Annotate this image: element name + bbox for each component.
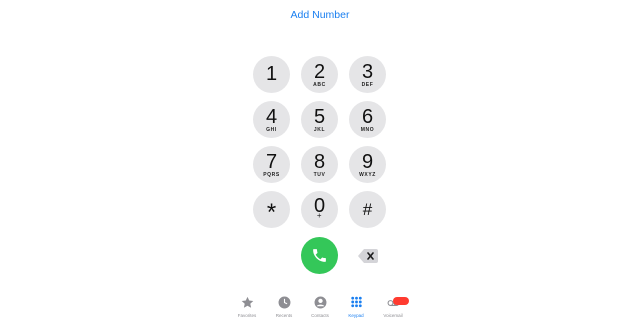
key-6[interactable]: 6 MNO <box>349 101 386 138</box>
key-digit: 1 <box>265 63 278 85</box>
key-5[interactable]: 5 JKL <box>301 101 338 138</box>
phone-keypad-screen: Add Number 1 2 ABC 3 DEF 4 GHI 5 JKL 6 M… <box>0 0 640 320</box>
tab-bar: Favorites Recents Contacts Keypad Voicem… <box>0 294 640 320</box>
key-star[interactable]: * <box>253 191 290 228</box>
clock-icon <box>278 296 291 309</box>
delete-button[interactable] <box>358 249 378 263</box>
key-digit: 7 <box>265 151 278 173</box>
key-digit: 2 <box>313 61 326 83</box>
key-0[interactable]: 0 + <box>301 191 338 228</box>
key-letters: MNO <box>360 127 375 133</box>
backspace-icon <box>358 249 378 263</box>
key-letters: TUV <box>313 172 326 178</box>
key-letters: + <box>316 211 323 220</box>
tab-label: Favorites <box>237 313 257 318</box>
key-hash[interactable]: # <box>349 191 386 228</box>
key-letters: ABC <box>313 82 326 88</box>
person-icon <box>314 296 327 309</box>
key-digit: 6 <box>361 106 374 128</box>
key-digit: 5 <box>313 106 326 128</box>
tab-label: Voicemail <box>383 313 403 318</box>
key-3[interactable]: 3 DEF <box>349 56 386 93</box>
tab-keypad[interactable]: Keypad <box>336 296 376 320</box>
tab-label: Keypad <box>348 313 364 318</box>
add-number-link[interactable]: Add Number <box>0 9 640 21</box>
key-letters: PQRS <box>263 172 280 178</box>
key-4[interactable]: 4 GHI <box>253 101 290 138</box>
tab-label: Contacts <box>311 313 329 318</box>
key-letters: DEF <box>361 82 374 88</box>
key-digit: 3 <box>361 61 374 83</box>
tab-favorites[interactable]: Favorites <box>227 296 267 320</box>
key-letters: JKL <box>313 127 326 133</box>
keypad-icon <box>351 296 362 308</box>
phone-icon <box>313 249 326 262</box>
key-digit: # <box>362 200 373 219</box>
key-digit: * <box>266 199 277 226</box>
star-icon <box>241 296 254 308</box>
key-7[interactable]: 7 PQRS <box>253 146 290 183</box>
key-2[interactable]: 2 ABC <box>301 56 338 93</box>
tab-contacts[interactable]: Contacts <box>300 296 340 320</box>
key-8[interactable]: 8 TUV <box>301 146 338 183</box>
key-digit: 8 <box>313 151 326 173</box>
voicemail-badge <box>393 297 409 305</box>
key-letters: WXYZ <box>359 172 376 178</box>
call-button[interactable] <box>301 237 338 274</box>
tab-label: Recents <box>275 313 293 318</box>
key-1[interactable]: 1 <box>253 56 290 93</box>
key-digit: 9 <box>361 151 374 173</box>
key-letters: GHI <box>266 127 277 133</box>
key-digit: 4 <box>265 106 278 128</box>
key-9[interactable]: 9 WXYZ <box>349 146 386 183</box>
tab-recents[interactable]: Recents <box>264 296 304 320</box>
